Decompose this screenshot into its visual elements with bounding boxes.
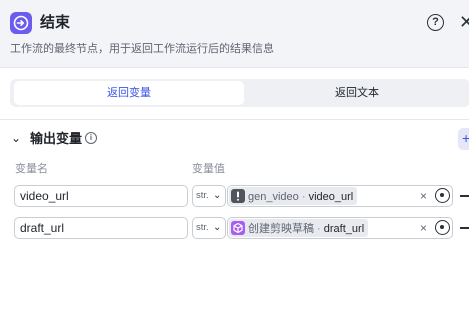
output-variables-title[interactable]: 输出变量 (30, 130, 82, 148)
column-header-value: 变量值 (192, 163, 225, 175)
variable-name-input[interactable]: draft_url (14, 217, 188, 239)
reference-node-name: 创建剪映草稿 (248, 223, 314, 235)
variable-type-select[interactable]: str. ⌄ (192, 185, 226, 207)
return-mode-tabs: 返回变量 返回文本 (10, 79, 469, 107)
close-icon[interactable]: ✕ (459, 12, 469, 32)
node-title[interactable]: 结束 (40, 12, 70, 34)
chevron-down-icon[interactable]: ⌄ (11, 131, 21, 145)
variable-picker-icon[interactable] (435, 220, 450, 235)
variable-value-reference[interactable]: gen_video · video_url × (227, 185, 453, 207)
node-description: 工作流的最终节点，用于返回工作流运行后的结果信息 (10, 43, 274, 55)
reference-separator: · (298, 191, 309, 203)
type-label: str. (196, 190, 209, 201)
variable-name-input[interactable]: video_url (14, 185, 188, 207)
end-node-icon (10, 12, 32, 34)
reference-variable-name: draft_url (323, 223, 365, 235)
clear-icon[interactable]: × (420, 218, 427, 238)
chevron-down-icon: ⌄ (213, 222, 222, 233)
reference-tag: 创建剪映草稿 · draft_url (229, 219, 369, 237)
chevron-down-icon: ⌄ (213, 190, 222, 201)
reference-tag: gen_video · video_url (229, 187, 358, 205)
alert-icon (231, 189, 245, 203)
variable-value-reference[interactable]: 创建剪映草稿 · draft_url × (227, 217, 453, 239)
reference-variable-name: video_url (308, 191, 354, 203)
tab-return-text[interactable]: 返回文本 (246, 81, 468, 105)
type-label: str. (196, 222, 209, 233)
remove-variable-icon[interactable] (460, 227, 469, 229)
column-header-name: 变量名 (15, 163, 48, 175)
tab-return-variables[interactable]: 返回变量 (14, 81, 244, 105)
variable-picker-icon[interactable] (435, 188, 450, 203)
help-icon[interactable]: ? (427, 14, 444, 31)
clear-icon[interactable]: × (420, 186, 427, 206)
info-icon[interactable]: i (85, 132, 97, 144)
add-variable-button[interactable]: + (458, 128, 469, 150)
remove-variable-icon[interactable] (460, 195, 469, 197)
node-header: 结束 ? ✕ 工作流的最终节点，用于返回工作流运行后的结果信息 (0, 0, 469, 68)
variable-type-select[interactable]: str. ⌄ (192, 217, 226, 239)
section-divider (0, 119, 469, 120)
reference-separator: · (314, 223, 324, 235)
cube-icon (231, 221, 245, 235)
reference-node-name: gen_video (248, 191, 299, 203)
